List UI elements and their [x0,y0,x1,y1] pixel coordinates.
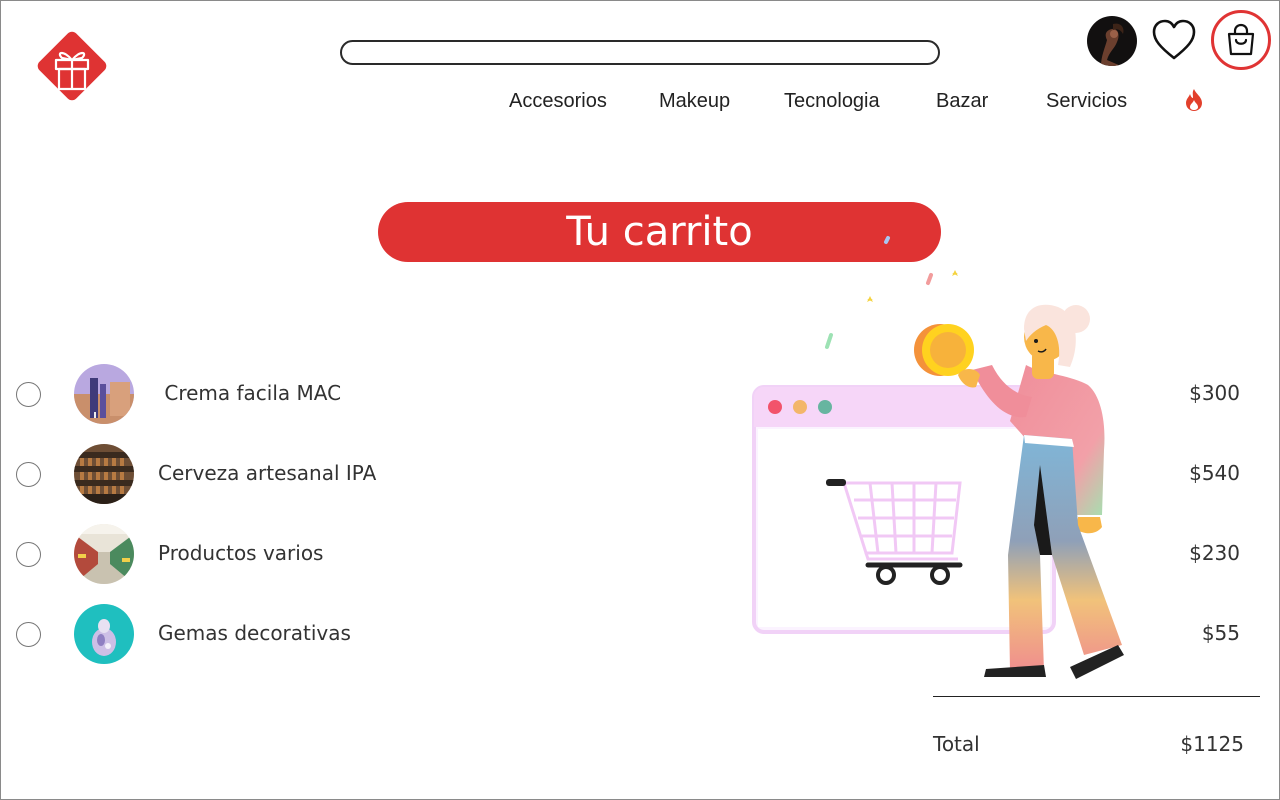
shopping-bag-icon[interactable] [1211,10,1271,70]
select-radio[interactable] [16,622,41,647]
product-name: Crema facila MAC [158,381,342,405]
product-price: $540 [1189,461,1240,485]
select-radio[interactable] [16,382,41,407]
select-radio[interactable] [16,542,41,567]
product-thumbnail [74,364,134,424]
nav-item-bazar[interactable]: Bazar [936,90,988,113]
total-value: $1125 [1180,732,1244,756]
product-thumbnail [74,604,134,664]
main-nav: Accesorios Makeup Tecnologia Bazar Servi… [0,90,1280,114]
nav-item-makeup[interactable]: Makeup [659,90,730,113]
product-name: Gemas decorativas [158,621,351,645]
total-label: Total [933,732,980,756]
heart-icon[interactable] [1150,16,1198,64]
nav-item-servicios[interactable]: Servicios [1046,90,1127,113]
search-input[interactable] [340,40,940,65]
product-thumbnail [74,524,134,584]
product-thumbnail [74,444,134,504]
product-price: $300 [1189,381,1240,405]
select-radio[interactable] [16,462,41,487]
nav-item-tecnologia[interactable]: Tecnologia [784,90,880,113]
avatar[interactable] [1087,16,1137,66]
nav-item-accesorios[interactable]: Accesorios [509,90,607,113]
product-price: $230 [1189,541,1240,565]
product-name: Productos varios [158,541,324,565]
shopping-illustration [740,225,1140,690]
fire-icon[interactable] [1183,88,1205,112]
product-name: Cerveza artesanal IPA [158,461,377,485]
total-divider [933,696,1260,697]
product-price: $55 [1201,621,1240,645]
